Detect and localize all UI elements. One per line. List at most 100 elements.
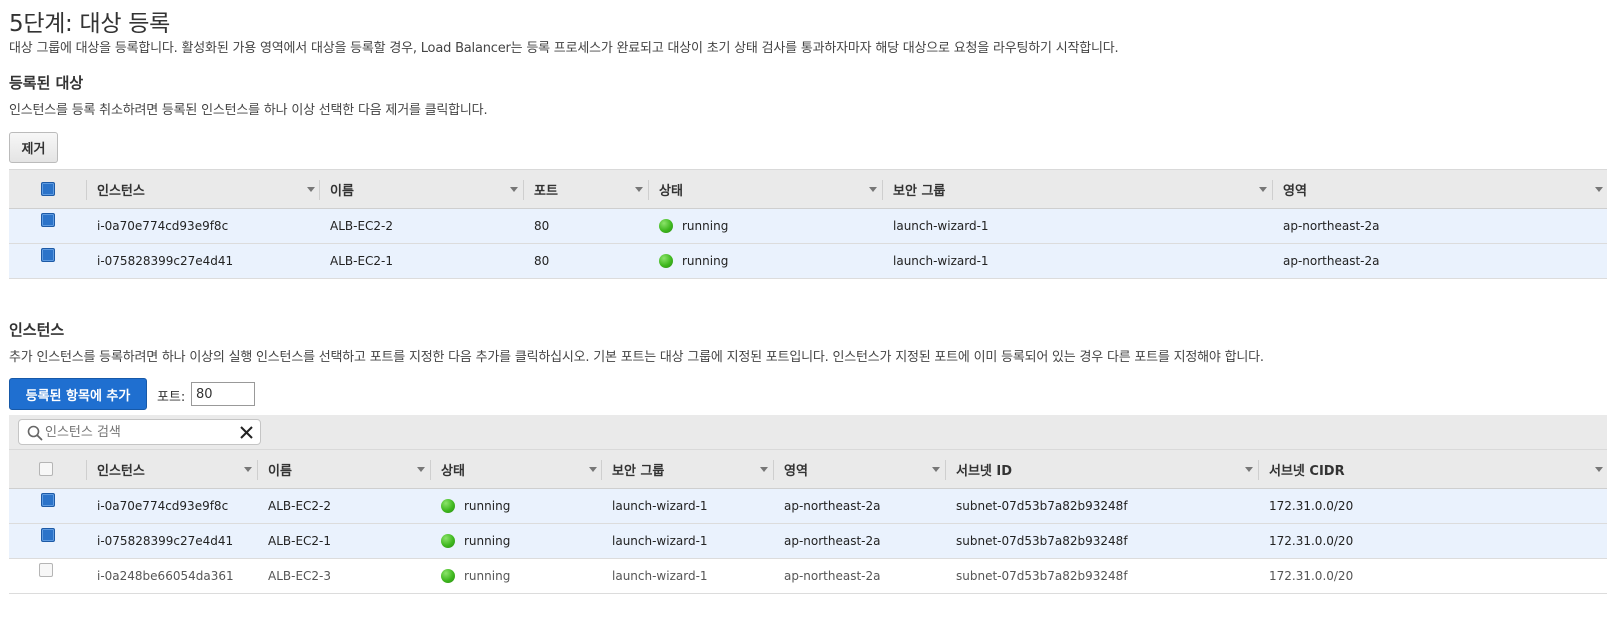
sort-caret-icon[interactable] — [1595, 187, 1603, 192]
instance-zone: ap-northeast-2a — [784, 569, 881, 583]
instance-status: running — [441, 559, 510, 593]
column-header-status[interactable]: 상태 — [431, 450, 601, 489]
column-header-security-group[interactable]: 보안 그룹 — [602, 450, 773, 489]
instance-id: i-075828399c27e4d41 — [97, 254, 234, 268]
instance-zone: ap-northeast-2a — [1283, 254, 1380, 268]
instances-description: 추가 인스턴스를 등록하려면 하나 이상의 실행 인스턴스를 선택하고 포트를 … — [9, 350, 1264, 365]
status-label: running — [464, 569, 511, 583]
instance-subnet-cidr: 172.31.0.0/20 — [1269, 499, 1354, 513]
column-header-port[interactable]: 포트 — [524, 170, 648, 209]
column-header-name[interactable]: 이름 — [320, 170, 523, 209]
column-header-subnet-id[interactable]: 서브넷 ID — [946, 450, 1258, 489]
row-checkbox[interactable] — [41, 213, 55, 227]
column-label: 보안 그룹 — [893, 184, 946, 199]
sort-caret-icon[interactable] — [417, 467, 425, 472]
sort-caret-icon[interactable] — [635, 187, 643, 192]
table-row[interactable]: i-0a248be66054da361 ALB-EC2-3 running la… — [9, 559, 1607, 594]
column-label: 서브넷 ID — [956, 464, 1013, 479]
column-label: 상태 — [659, 184, 683, 199]
registered-targets-description: 인스턴스를 등록 취소하려면 등록된 인스턴스를 하나 이상 선택한 다음 제거… — [9, 103, 488, 118]
instance-status: running — [441, 489, 510, 523]
register-targets-page: 5단계: 대상 등록 대상 그룹에 대상을 등록합니다. 활성화된 가용 영역에… — [0, 0, 1607, 642]
running-status-icon — [441, 569, 455, 583]
running-status-icon — [659, 254, 673, 268]
instance-port: 80 — [534, 219, 550, 233]
column-label: 이름 — [330, 184, 354, 199]
instance-status: running — [659, 244, 728, 278]
sort-caret-icon[interactable] — [932, 467, 940, 472]
row-checkbox[interactable] — [41, 528, 55, 542]
column-label: 상태 — [441, 464, 465, 479]
column-header-name[interactable]: 이름 — [258, 450, 430, 489]
sort-caret-icon[interactable] — [244, 467, 252, 472]
page-description: 대상 그룹에 대상을 등록합니다. 활성화된 가용 영역에서 대상을 등록할 경… — [9, 41, 1119, 56]
port-input[interactable] — [191, 382, 255, 406]
sort-caret-icon[interactable] — [1259, 187, 1267, 192]
instance-name: ALB-EC2-3 — [268, 569, 332, 583]
table-row[interactable]: i-0a70e774cd93e9f8c ALB-EC2-2 running la… — [9, 489, 1607, 524]
instances-title: 인스턴스 — [9, 321, 65, 339]
instance-zone: ap-northeast-2a — [784, 534, 881, 548]
column-label: 포트 — [534, 184, 558, 199]
instances-table: 인스턴스 이름 상태 보안 그룹 영역 서브넷 ID 서브넷 CIDR i-0a… — [9, 449, 1607, 594]
page-title: 5단계: 대상 등록 — [9, 11, 170, 37]
row-checkbox[interactable] — [41, 248, 55, 262]
column-header-instance[interactable]: 인스턴스 — [87, 450, 257, 489]
instance-status: running — [441, 524, 510, 558]
sort-caret-icon[interactable] — [510, 187, 518, 192]
instance-security-group: launch-wizard-1 — [612, 569, 708, 583]
column-header-security-group[interactable]: 보안 그룹 — [883, 170, 1272, 209]
column-label: 인스턴스 — [97, 184, 145, 199]
registered-table-header: 인스턴스 이름 포트 상태 보안 그룹 영역 — [9, 169, 1607, 209]
sort-caret-icon[interactable] — [1245, 467, 1253, 472]
registered-targets-title: 등록된 대상 — [9, 74, 84, 92]
row-checkbox[interactable] — [41, 493, 55, 507]
instance-port: 80 — [534, 254, 550, 268]
select-all-registered-checkbox[interactable] — [41, 182, 55, 196]
column-label: 영역 — [1283, 184, 1307, 199]
instance-security-group: launch-wizard-1 — [612, 499, 708, 513]
instance-id: i-075828399c27e4d41 — [97, 534, 234, 548]
instance-id: i-0a248be66054da361 — [97, 569, 234, 583]
instance-subnet-id: subnet-07d53b7a82b93248f — [956, 569, 1128, 583]
instance-id: i-0a70e774cd93e9f8c — [97, 499, 229, 513]
row-checkbox[interactable] — [39, 563, 53, 577]
running-status-icon — [659, 219, 673, 233]
add-to-registered-button[interactable]: 등록된 항목에 추가 — [9, 378, 147, 410]
column-label: 영역 — [784, 464, 808, 479]
column-header-instance[interactable]: 인스턴스 — [87, 170, 319, 209]
instance-zone: ap-northeast-2a — [784, 499, 881, 513]
search-box[interactable] — [18, 419, 261, 445]
port-label: 포트: — [157, 390, 186, 405]
instance-subnet-cidr: 172.31.0.0/20 — [1269, 569, 1354, 583]
table-row[interactable]: i-075828399c27e4d41 ALB-EC2-1 80 running… — [9, 244, 1607, 279]
table-row[interactable]: i-0a70e774cd93e9f8c ALB-EC2-2 80 running… — [9, 209, 1607, 244]
sort-caret-icon[interactable] — [589, 467, 597, 472]
table-row[interactable]: i-075828399c27e4d41 ALB-EC2-1 running la… — [9, 524, 1607, 559]
column-label: 보안 그룹 — [612, 464, 665, 479]
instances-table-header: 인스턴스 이름 상태 보안 그룹 영역 서브넷 ID 서브넷 CIDR — [9, 449, 1607, 489]
sort-caret-icon[interactable] — [1595, 467, 1603, 472]
search-bar — [9, 415, 1607, 451]
instance-subnet-id: subnet-07d53b7a82b93248f — [956, 499, 1128, 513]
sort-caret-icon[interactable] — [760, 467, 768, 472]
remove-button[interactable]: 제거 — [9, 132, 58, 163]
sort-caret-icon[interactable] — [869, 187, 877, 192]
search-input[interactable] — [45, 421, 235, 443]
select-all-instances-checkbox[interactable] — [39, 462, 53, 476]
running-status-icon — [441, 534, 455, 548]
sort-caret-icon[interactable] — [307, 187, 315, 192]
column-label: 서브넷 CIDR — [1269, 464, 1345, 479]
instance-security-group: launch-wizard-1 — [612, 534, 708, 548]
search-icon — [27, 425, 43, 441]
instance-id: i-0a70e774cd93e9f8c — [97, 219, 229, 233]
instance-name: ALB-EC2-1 — [268, 534, 332, 548]
column-header-subnet-cidr[interactable]: 서브넷 CIDR — [1259, 450, 1589, 489]
column-header-status[interactable]: 상태 — [649, 170, 882, 209]
instance-security-group: launch-wizard-1 — [893, 254, 989, 268]
close-icon[interactable] — [239, 425, 254, 440]
instance-name: ALB-EC2-2 — [268, 499, 332, 513]
column-header-zone[interactable]: 영역 — [774, 450, 945, 489]
column-header-zone[interactable]: 영역 — [1273, 170, 1593, 209]
instance-security-group: launch-wizard-1 — [893, 219, 989, 233]
